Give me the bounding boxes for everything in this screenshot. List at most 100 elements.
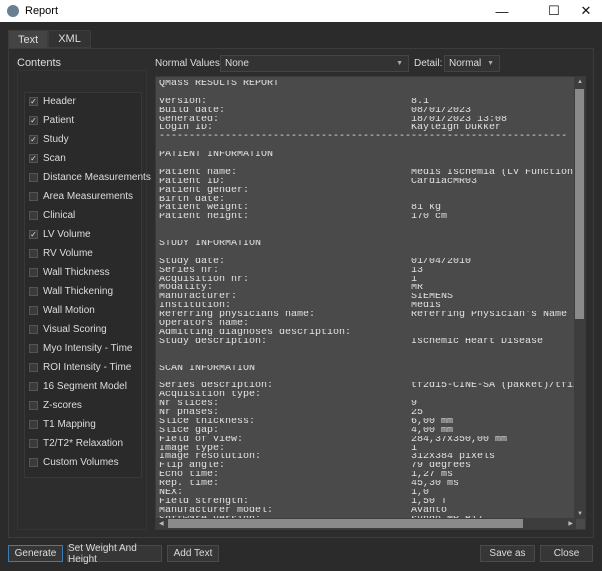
checkbox-unchecked-icon[interactable] (29, 324, 38, 334)
report-line: Referring physicians name: Referring Phys… (159, 311, 579, 320)
report-label: Patient weight: (159, 204, 250, 214)
checkbox-unchecked-icon[interactable] (29, 305, 38, 315)
checkbox-item[interactable]: ✓ Study (29, 132, 69, 146)
scroll-right-icon[interactable]: ▶ (568, 520, 573, 527)
checkbox-item[interactable]: Custom Volumes (29, 455, 119, 469)
checkbox-item[interactable]: ROI Intensity - Time (29, 360, 131, 374)
report-line: Patient weight: 81 kg (159, 204, 579, 213)
report-value: Kayleigh Dukker (411, 124, 502, 134)
horizontal-scroll-thumb[interactable] (168, 519, 523, 528)
report-line: Series nr: 13 (159, 267, 579, 276)
checkbox-unchecked-icon[interactable] (29, 400, 38, 410)
report-label: Institution: (159, 302, 232, 312)
checkbox-checked-icon[interactable]: ✓ (29, 115, 38, 125)
report-label: Echo time: (159, 471, 220, 481)
checkbox-unchecked-icon[interactable] (29, 381, 38, 391)
checkbox-checked-icon[interactable]: ✓ (29, 96, 38, 106)
checkbox-item[interactable]: Visual Scoring (29, 322, 107, 336)
checkbox-unchecked-icon[interactable] (29, 172, 38, 182)
checkbox-item[interactable]: Wall Thickening (29, 284, 113, 298)
checkbox-item[interactable]: RV Volume (29, 246, 93, 260)
report-text-area[interactable]: QMass RESULTS REPORT Version: 8.1 Build dat… (155, 76, 586, 530)
checkbox-unchecked-icon[interactable] (29, 191, 38, 201)
report-line: NEX: 1,0 (159, 489, 579, 498)
scroll-up-icon[interactable]: ▲ (577, 79, 583, 85)
checkbox-unchecked-icon[interactable] (29, 419, 38, 429)
checkbox-unchecked-icon[interactable] (29, 362, 38, 372)
checkbox-unchecked-icon[interactable] (29, 248, 38, 258)
chevron-down-icon: ▼ (396, 60, 403, 67)
checkbox-label: Scan (43, 152, 66, 164)
checkbox-item[interactable]: Distance Measurements (29, 170, 151, 184)
checkbox-checked-icon[interactable]: ✓ (29, 229, 38, 239)
report-label: Acquisition nr: (159, 275, 250, 285)
checkbox-checked-icon[interactable]: ✓ (29, 134, 38, 144)
scroll-down-icon[interactable]: ▼ (577, 511, 583, 517)
report-label: Rep. time: (159, 480, 220, 489)
chevron-down-icon: ▼ (487, 60, 494, 67)
report-line: STUDY INFORMATION (159, 240, 579, 249)
report-label: Acquisition type: (159, 391, 262, 401)
checkbox-label: RV Volume (43, 247, 93, 259)
checkbox-item[interactable]: 16 Segment Model (29, 379, 127, 393)
generate-button[interactable]: Generate (8, 545, 63, 562)
report-line: Modality: MR (159, 284, 579, 293)
checkbox-checked-icon[interactable]: ✓ (29, 153, 38, 163)
report-line (159, 222, 579, 231)
checkbox-unchecked-icon[interactable] (29, 286, 38, 296)
checkbox-label: Study (43, 133, 69, 145)
checkbox-item[interactable]: Wall Thickness (29, 265, 110, 279)
checkbox-unchecked-icon[interactable] (29, 267, 38, 277)
report-value: 6,00 mm (411, 417, 454, 427)
report-label: Patient ID: (159, 177, 226, 187)
detail-select[interactable]: Normal ▼ (444, 55, 500, 72)
report-line: PATIENT INFORMATION (159, 151, 579, 160)
checkbox-unchecked-icon[interactable] (29, 210, 38, 220)
report-value: MR (411, 284, 424, 294)
checkbox-unchecked-icon[interactable] (29, 457, 38, 467)
report-value: 1,50 T (411, 497, 448, 507)
report-label: Series nr: (159, 266, 220, 276)
checkbox-label: T1 Mapping (43, 418, 96, 430)
checkbox-label: Custom Volumes (43, 456, 119, 468)
report-line: ----------------------------------------… (159, 133, 579, 142)
checkbox-item[interactable]: Clinical (29, 208, 75, 222)
report-line (159, 142, 579, 151)
checkbox-item[interactable]: Z-scores (29, 398, 82, 412)
tab-xml[interactable]: XML (48, 30, 91, 48)
checkbox-unchecked-icon[interactable] (29, 343, 38, 353)
report-line: Image type: 1 (159, 445, 579, 454)
checkbox-item[interactable]: ✓ Patient (29, 113, 74, 127)
checkbox-item[interactable]: ✓ Scan (29, 151, 66, 165)
checkbox-item[interactable]: ✓ LV Volume (29, 227, 91, 241)
minimize-button[interactable]: — (482, 0, 522, 22)
checkbox-item[interactable]: Wall Motion (29, 303, 95, 317)
checkbox-unchecked-icon[interactable] (29, 438, 38, 448)
vertical-scroll-thumb[interactable] (575, 89, 584, 319)
report-line: Patient name: Medis Ischemia (LV Function… (159, 169, 579, 178)
checkbox-item[interactable]: ✓ Header (29, 94, 76, 108)
scroll-left-icon[interactable]: ◀ (159, 520, 164, 527)
checkbox-item[interactable]: T2/T2* Relaxation (29, 436, 123, 450)
tab-text[interactable]: Text (8, 30, 49, 49)
report-label: Manufacturer: (159, 293, 238, 303)
checkbox-item[interactable]: T1 Mapping (29, 417, 96, 431)
normal-values-select[interactable]: None ▼ (220, 55, 409, 72)
horizontal-scrollbar[interactable]: ◀ ▶ (156, 518, 576, 529)
report-label: Admitting diagnoses description: (159, 328, 352, 338)
checkbox-label: Wall Thickening (43, 285, 114, 297)
report-line: Birth date: (159, 196, 579, 205)
vertical-scrollbar[interactable]: ▲ ▼ (574, 77, 585, 519)
report-value: 9 (411, 400, 418, 409)
checkbox-item[interactable]: Myo Intensity - Time (29, 341, 132, 355)
add-text-button[interactable]: Add Text (167, 545, 219, 562)
report-label: SCAN INFORMATION (159, 364, 256, 374)
set-weight-height-button[interactable]: Set Weight And Height (67, 543, 162, 565)
close-window-button[interactable]: ✕ (566, 0, 602, 22)
report-line: Slice thickness: 6,00 mm (159, 418, 579, 427)
report-line: Study date: 01/04/2010 (159, 258, 579, 267)
checkbox-item[interactable]: Area Measurements (29, 189, 133, 203)
report-line: Institution: Medis (159, 302, 579, 311)
save-as-button[interactable]: Save as (480, 545, 535, 562)
close-button[interactable]: Close (540, 545, 593, 562)
